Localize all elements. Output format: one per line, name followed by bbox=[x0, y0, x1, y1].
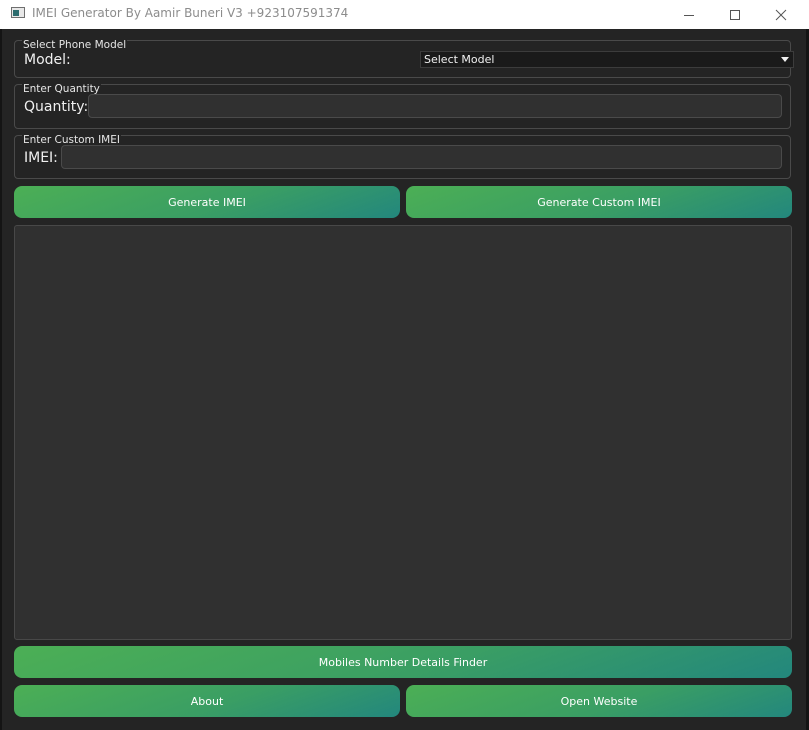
window-title: IMEI Generator By Aamir Buneri V3 +92310… bbox=[32, 6, 349, 20]
mobile-number-finder-button[interactable]: Mobiles Number Details Finder bbox=[14, 646, 792, 678]
quantity-label: Quantity: bbox=[24, 99, 89, 115]
quantity-group-title: Enter Quantity bbox=[22, 83, 101, 95]
quantity-group: Enter Quantity Quantity: bbox=[14, 83, 791, 129]
minimize-icon bbox=[684, 14, 694, 16]
close-icon bbox=[775, 9, 787, 20]
quantity-input[interactable] bbox=[88, 94, 782, 118]
window-border-left bbox=[0, 29, 2, 730]
phone-model-group-title: Select Phone Model bbox=[22, 39, 128, 51]
output-text-area[interactable] bbox=[14, 225, 792, 640]
app-client-area: Select Phone Model Model: Select Model E… bbox=[0, 29, 809, 730]
about-button[interactable]: About bbox=[14, 685, 400, 717]
maximize-icon bbox=[730, 9, 740, 20]
maximize-button[interactable] bbox=[712, 0, 758, 29]
open-website-button[interactable]: Open Website bbox=[406, 685, 792, 717]
minimize-button[interactable] bbox=[666, 0, 712, 29]
custom-imei-group: Enter Custom IMEI IMEI: bbox=[14, 134, 791, 179]
generate-custom-imei-button[interactable]: Generate Custom IMEI bbox=[406, 186, 792, 218]
title-bar: IMEI Generator By Aamir Buneri V3 +92310… bbox=[0, 0, 809, 29]
app-icon bbox=[11, 7, 25, 18]
chevron-down-icon bbox=[781, 57, 789, 62]
imei-input[interactable] bbox=[61, 145, 782, 169]
close-button[interactable] bbox=[758, 0, 804, 29]
model-select-value: Select Model bbox=[424, 53, 495, 66]
model-label: Model: bbox=[24, 52, 71, 68]
generate-imei-button[interactable]: Generate IMEI bbox=[14, 186, 400, 218]
imei-label: IMEI: bbox=[24, 150, 58, 166]
model-select[interactable]: Select Model bbox=[420, 51, 794, 68]
phone-model-group: Select Phone Model Model: Select Model bbox=[14, 39, 794, 78]
